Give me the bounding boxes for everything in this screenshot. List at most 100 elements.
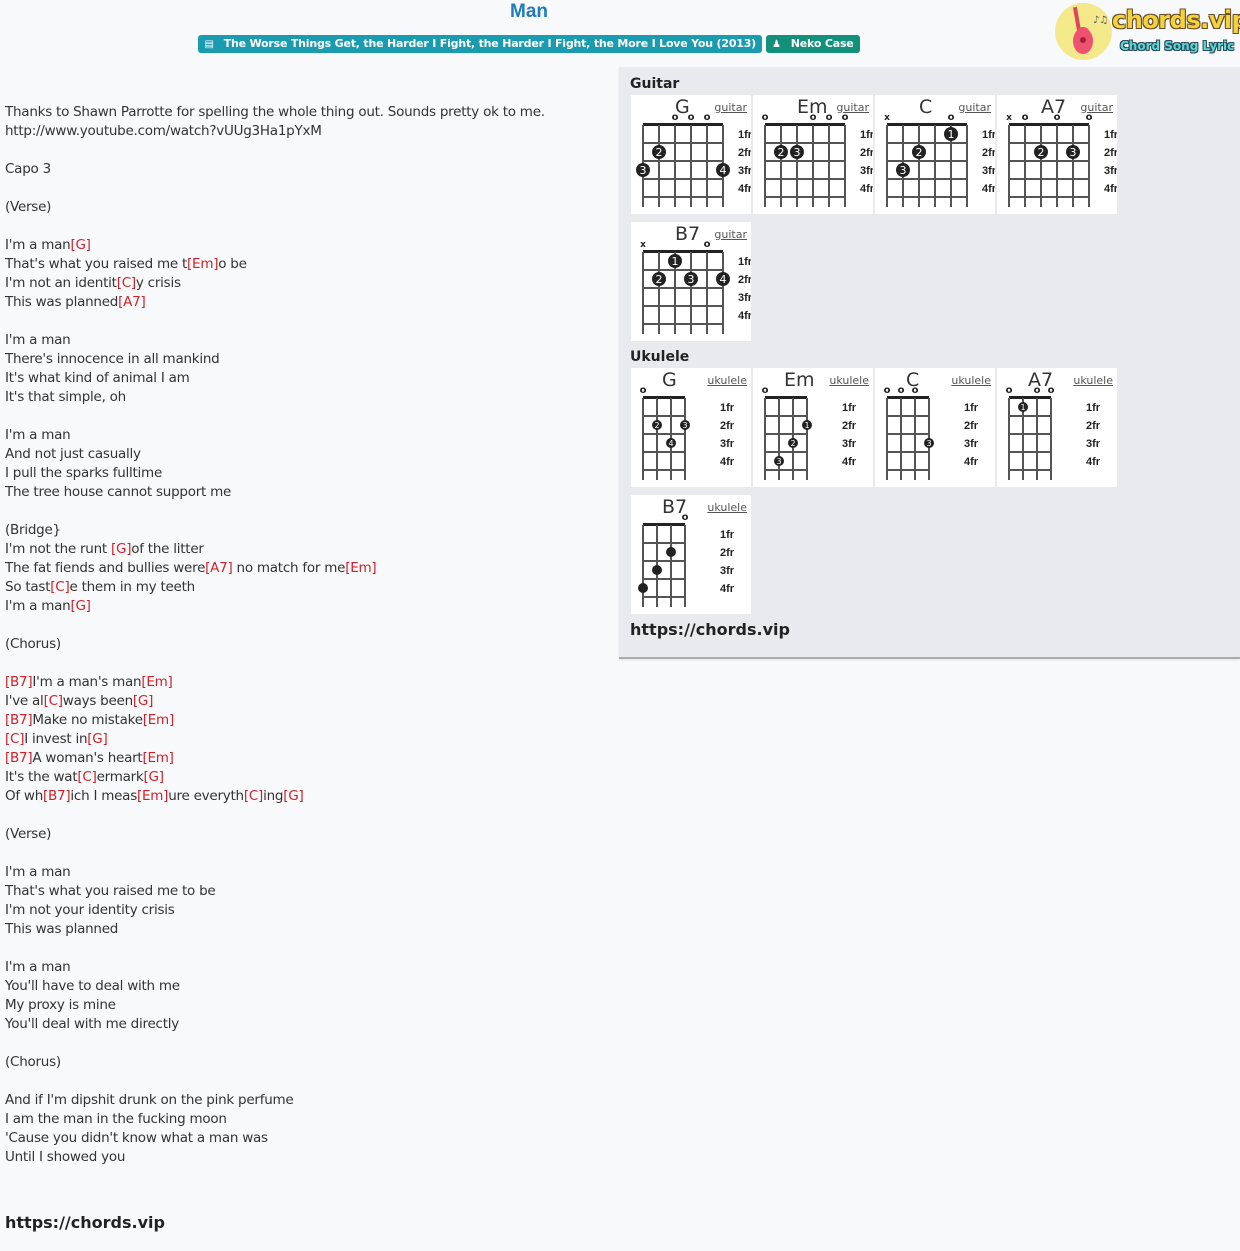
finger-number: 1 — [804, 421, 809, 430]
lyric-text: o be — [218, 256, 247, 272]
chord-link[interactable]: [C] — [77, 769, 96, 785]
lyric-line: So tast[C]e them in my teeth — [5, 578, 605, 597]
chord-link[interactable]: [A7] — [205, 560, 233, 576]
guitar-chord-g[interactable]: o o o 1fr 2fr 3fr 4fr 2 3 4 Gguitar — [631, 95, 751, 214]
chord-link[interactable]: [Em] — [143, 712, 174, 728]
lyric-text: I'm a man — [5, 332, 71, 348]
fret-label: 3fr — [1104, 165, 1117, 177]
finger-number: 1 — [672, 255, 679, 268]
open-string-mark: o — [898, 385, 905, 396]
fret-label: 4fr — [964, 456, 979, 468]
ukulele-instrument-link[interactable]: ukulele — [707, 374, 747, 387]
ukulele-chord-g[interactable]: o 1fr 2fr 3fr 4fr 2 3 4 Gukulele — [631, 368, 751, 487]
guitar-chord-a7[interactable]: x o o o 1fr 2fr 3fr 4fr 2 3 A7 guitar — [997, 95, 1117, 214]
site-logo[interactable]: ♪♫ chords.vip Chord Song Lyric — [1054, 2, 1240, 62]
lyric-text: I've al — [5, 693, 44, 709]
panel-footer-link[interactable]: https://chords.vip — [630, 620, 790, 639]
guitar-instrument-link[interactable]: guitar — [1080, 101, 1113, 114]
fret-label: 1fr — [964, 402, 979, 414]
fret-label: 1fr — [738, 256, 751, 268]
lyric-line: Of wh[B7]ich I meas[Em]ure everyth[C]ing… — [5, 787, 605, 806]
chord-link[interactable]: [G] — [70, 598, 91, 614]
chord-link[interactable]: [C] — [117, 275, 136, 291]
guitar-instrument-link[interactable]: guitar — [836, 101, 869, 114]
chord-link[interactable]: [Em] — [345, 560, 376, 576]
guitar-instrument-link[interactable]: guitar — [714, 101, 747, 114]
chord-link[interactable]: [G] — [87, 731, 108, 747]
lyric-line: [B7]I'm a man's man[Em] — [5, 673, 605, 692]
chord-link[interactable]: [G] — [70, 237, 91, 253]
fret-label: 3fr — [738, 165, 751, 177]
guitar-instrument-link[interactable]: guitar — [714, 228, 747, 241]
open-string-mark: o — [1022, 112, 1029, 123]
chord-link[interactable]: [G] — [144, 769, 165, 785]
lyric-line: This was planned — [5, 920, 605, 939]
chord-link[interactable]: [A7] — [118, 294, 146, 310]
lyric-line: That's what you raised me to be — [5, 882, 605, 901]
chord-link[interactable]: [C] — [5, 731, 24, 747]
chord-link[interactable]: [C] — [44, 693, 63, 709]
ukulele-instrument-link[interactable]: ukulele — [707, 501, 747, 514]
logo-brand: chords.vip — [1112, 6, 1240, 34]
finger-number: 2 — [790, 439, 795, 448]
chord-link[interactable]: [B7] — [43, 788, 71, 804]
chord-link[interactable]: [C] — [244, 788, 263, 804]
nut — [1009, 396, 1051, 399]
ukulele-instrument-link[interactable]: ukulele — [951, 374, 991, 387]
guitar-instrument-link[interactable]: guitar — [958, 101, 991, 114]
finger-number: 3 — [1070, 146, 1077, 159]
chord-link[interactable]: [G] — [111, 541, 132, 557]
fret-label: 4fr — [1104, 183, 1117, 195]
chord-link[interactable]: [C] — [50, 579, 69, 595]
lyric-line — [5, 312, 605, 331]
lyric-line: That's what you raised me t[Em]o be — [5, 255, 605, 274]
lyric-text: y crisis — [135, 275, 181, 291]
nut — [765, 123, 845, 126]
lyric-line — [5, 1072, 605, 1091]
chord-link[interactable]: [Em] — [141, 674, 172, 690]
lyric-line — [5, 502, 605, 521]
open-string-mark: o — [704, 112, 711, 123]
chord-link[interactable]: [G] — [133, 693, 154, 709]
fret-label: 1fr — [860, 129, 873, 141]
chord-link[interactable]: [G] — [283, 788, 304, 804]
open-string-mark: o — [762, 112, 769, 123]
guitar-chord-b7[interactable]: x o 1fr 2fr 3fr 4fr 1 2 3 4 B7 guitar — [631, 222, 751, 341]
open-string-mark: o — [704, 239, 711, 250]
guitar-chord-c[interactable]: x o 1fr 2fr 3fr 4fr 1 2 3 Cguitar — [875, 95, 995, 214]
chord-link[interactable]: [B7] — [5, 712, 33, 728]
lyric-text: That's what you raised me t — [5, 256, 188, 272]
chord-link[interactable]: [Em] — [137, 788, 168, 804]
guitar-icon: ♪♫ — [1055, 3, 1112, 60]
ukulele-instrument-link[interactable]: ukulele — [1073, 374, 1113, 387]
guitar-chord-em[interactable]: o o o o 1fr 2fr 3fr 4fr 2 3 Em guitar — [753, 95, 873, 214]
lyric-text: A woman's heart — [32, 750, 143, 766]
lyric-lines: Thanks to Shawn Parrotte for spelling th… — [5, 103, 605, 1167]
finger-number: 1 — [1020, 403, 1025, 412]
lyric-line — [5, 654, 605, 673]
lyric-text: Thanks to Shawn Parrotte for spelling th… — [5, 104, 545, 120]
fret-label: 2fr — [860, 147, 873, 159]
chord-link[interactable]: [Em] — [187, 256, 218, 272]
chord-link[interactable]: [B7] — [5, 750, 33, 766]
ukulele-chord-a7[interactable]: o o o 1fr 2fr 3fr 4fr 1 A7 ukulele — [997, 368, 1117, 487]
lyric-text: Capo 3 — [5, 161, 51, 177]
nut — [1009, 123, 1089, 126]
fret-label: 2fr — [738, 147, 751, 159]
fret-label: 1fr — [1086, 402, 1101, 414]
lyric-line: http://www.youtube.com/watch?vUUg3Ha1pYx… — [5, 122, 605, 141]
lyric-text: http://www.youtube.com/watch?vUUg3Ha1pYx… — [5, 123, 322, 139]
chord-link[interactable]: [Em] — [142, 750, 173, 766]
ukulele-instrument-link[interactable]: ukulele — [829, 374, 869, 387]
lyrics-footer-link[interactable]: https://chords.vip — [5, 1213, 605, 1232]
ukulele-chord-c[interactable]: o o o 1fr 2fr 3fr 4fr 3 Cukulele — [875, 368, 995, 487]
lyric-text: Make no mistake — [32, 712, 143, 728]
muted-string-mark: x — [1006, 113, 1012, 123]
ukulele-chord-em[interactable]: o 1fr 2fr 3fr 4fr 1 2 3 Em ukulele — [753, 368, 873, 487]
album-badge[interactable]: ▤ The Worse Things Get, the Harder I Figh… — [198, 35, 763, 53]
artist-badge[interactable]: ♟ Neko Case — [766, 35, 860, 53]
chord-link[interactable]: [B7] — [5, 674, 33, 690]
chord-name: A7 — [1028, 369, 1054, 391]
finger-number: 2 — [654, 421, 659, 430]
ukulele-chord-b7[interactable]: o 1fr 2fr 3fr 4fr B7 ukulele — [631, 495, 751, 614]
